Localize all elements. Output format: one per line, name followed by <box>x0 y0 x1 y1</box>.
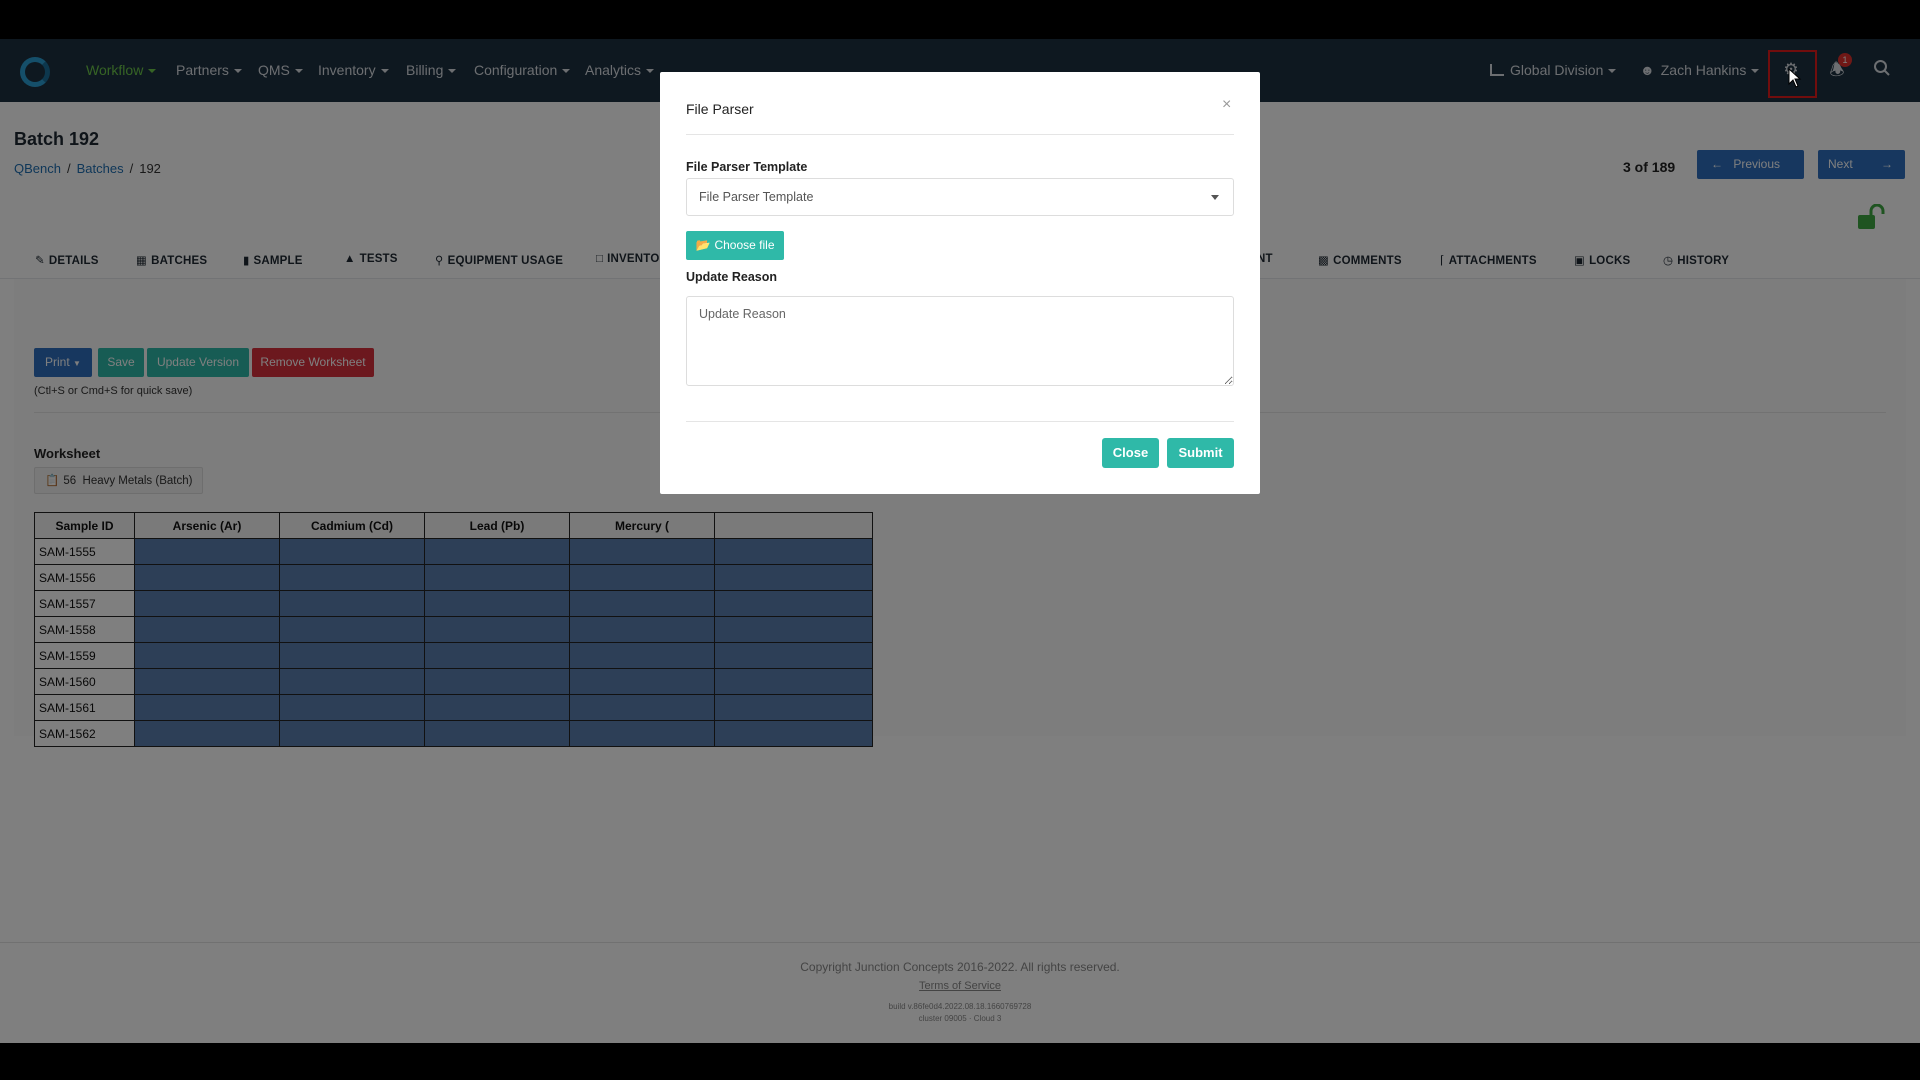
update-reason-textarea[interactable] <box>686 296 1234 386</box>
file-parser-template-select[interactable]: File Parser Template <box>686 178 1234 216</box>
app-window: Workflow Partners QMS Inventory Billing … <box>0 39 1920 1043</box>
caret-down-icon <box>1211 195 1219 200</box>
choose-file-label: Choose file <box>714 238 775 252</box>
mouse-cursor-icon <box>1788 68 1802 88</box>
divider <box>686 134 1234 135</box>
template-label: File Parser Template <box>686 160 808 174</box>
select-value: File Parser Template <box>699 190 814 204</box>
modal-title: File Parser <box>686 101 754 117</box>
close-icon[interactable]: × <box>1222 96 1231 114</box>
choose-file-button[interactable]: 📂 Choose file <box>686 231 784 260</box>
folder-open-icon: 📂 <box>695 238 711 252</box>
close-button[interactable]: Close <box>1102 438 1159 468</box>
file-parser-modal: File Parser × File Parser Template File … <box>660 72 1260 494</box>
reason-label: Update Reason <box>686 270 777 284</box>
divider <box>686 421 1234 422</box>
submit-button[interactable]: Submit <box>1167 438 1234 468</box>
